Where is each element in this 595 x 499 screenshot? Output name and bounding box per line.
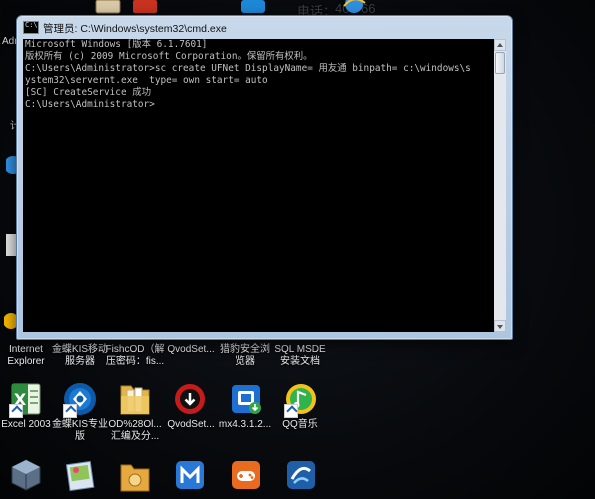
scroll-thumb[interactable] — [495, 52, 505, 74]
shortcut-arrow-icon — [9, 404, 23, 418]
console-prompt: C:\Users\Administrator> — [25, 99, 155, 110]
shortcut-arrow-icon — [63, 404, 77, 418]
image-viewer-icon[interactable] — [62, 457, 98, 493]
internet-explorer-icon[interactable] — [341, 0, 367, 14]
vertical-scrollbar[interactable] — [494, 39, 506, 332]
game-center-icon[interactable] — [228, 457, 264, 493]
window-title: 管理员: C:\Windows\system32\cmd.exe — [43, 23, 227, 35]
folder-icon[interactable] — [117, 380, 153, 418]
maxthon-browser-icon[interactable] — [172, 457, 208, 493]
virtualbox-icon[interactable] — [8, 457, 44, 493]
partial-icon[interactable] — [240, 0, 266, 14]
archive-folder-icon[interactable] — [117, 457, 153, 493]
console-line: ystem32\servernt.exe type= own start= au… — [25, 75, 268, 86]
window-titlebar[interactable]: 管理员: C:\Windows\system32\cmd.exe — [17, 16, 512, 38]
partial-icon[interactable] — [132, 0, 158, 14]
cmd-window[interactable]: 管理员: C:\Windows\system32\cmd.exe Microso… — [16, 15, 513, 340]
console-line: 版权所有 (c) 2009 Microsoft Corporation。保留所有… — [25, 51, 313, 62]
scroll-down-arrow-icon[interactable] — [494, 320, 506, 332]
scroll-up-arrow-icon[interactable] — [494, 39, 506, 51]
console-line: C:\Users\Administrator>sc create UFNet D… — [25, 63, 471, 74]
console-output[interactable]: Microsoft Windows [版本 6.1.7601] 版权所有 (c)… — [23, 39, 494, 332]
partial-icon[interactable] — [95, 0, 121, 14]
desktop-icon-label[interactable]: SQL MSDE 安装文档 — [264, 344, 336, 368]
cmd-app-icon — [23, 21, 39, 34]
desktop-icon-label[interactable]: QQ音乐 — [264, 419, 336, 431]
shortcut-arrow-icon — [284, 404, 298, 418]
console-line: [SC] CreateService 成功 — [25, 87, 151, 98]
maxthon-icon[interactable] — [228, 381, 264, 417]
qvod-setup-icon[interactable] — [172, 381, 208, 417]
download-tool-icon[interactable] — [283, 457, 319, 493]
console-line: Microsoft Windows [版本 6.1.7601] — [25, 39, 208, 50]
